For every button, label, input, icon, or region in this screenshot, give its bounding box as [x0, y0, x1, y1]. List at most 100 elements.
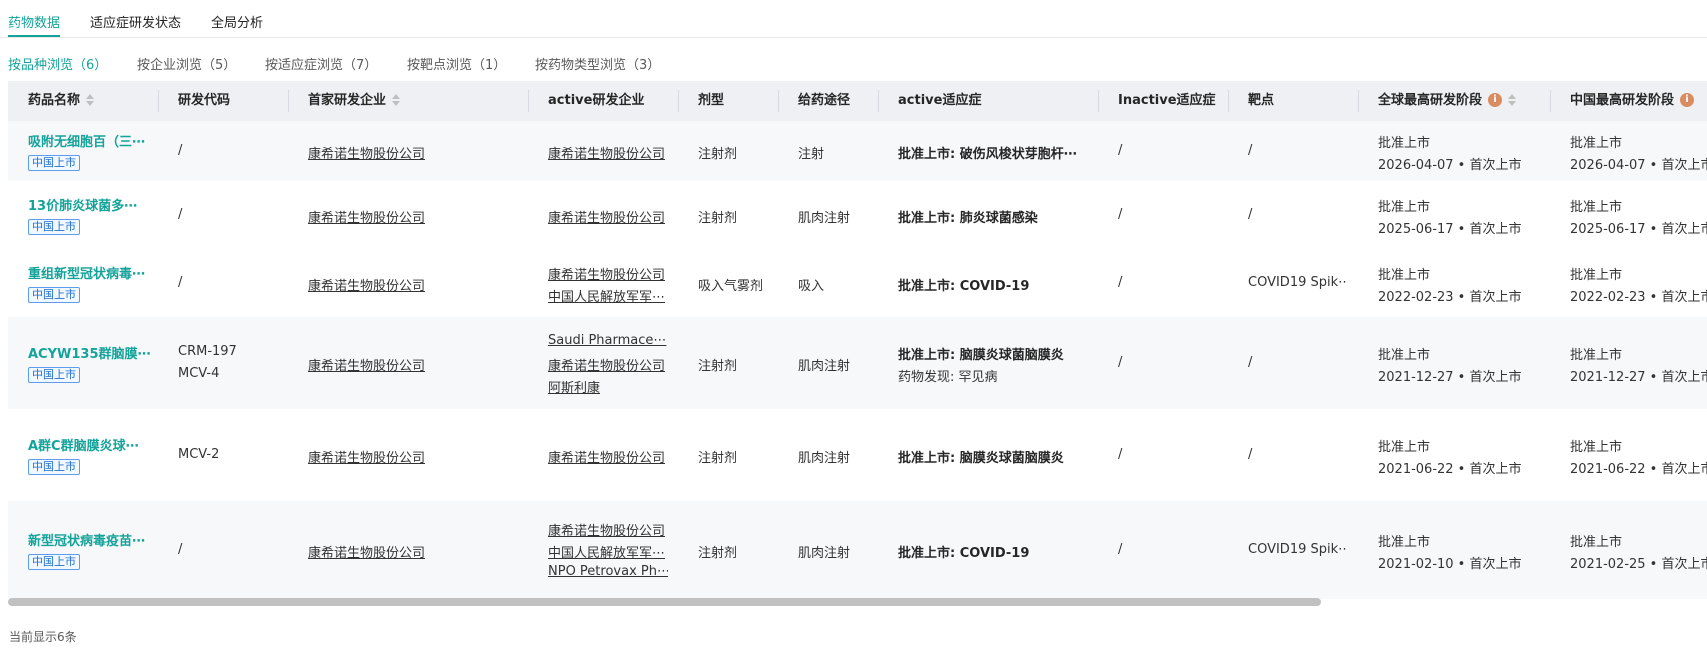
row-count-text: 当前显示6条 — [9, 630, 77, 644]
drug-name-link[interactable]: 新型冠状病毒疫苗⋯ — [28, 530, 153, 549]
dev-code: / — [178, 275, 183, 290]
active-indication: 批准上市: 破伤风梭状芽胞杆⋯ — [898, 147, 1077, 162]
tab-global-analysis[interactable]: 全局分析 — [211, 12, 263, 31]
global-phase: 批准上市 — [1378, 440, 1431, 455]
global-phase-date: 2021-06-22 • 首次上市 — [1378, 462, 1522, 477]
status-badge: 中国上市 — [28, 459, 80, 475]
active-tab-indicator — [8, 35, 60, 37]
active-indication: 批准上市: 肺炎球菌感染 — [898, 211, 1038, 226]
sort-icon[interactable] — [86, 93, 95, 107]
admin-route: 肌肉注射 — [798, 211, 851, 226]
info-icon[interactable]: i — [1680, 92, 1695, 107]
china-phase-date: 2021-12-27 • 首次上市 — [1570, 370, 1707, 385]
dev-code: CRM-197 — [178, 344, 237, 359]
top-tab-bar: 药物数据 适应症研发状态 全局分析 — [0, 0, 1707, 38]
subtab-by-target[interactable]: 按靶点浏览（1） — [407, 54, 506, 73]
subtab-by-variety[interactable]: 按品种浏览（6） — [8, 54, 107, 73]
active-company-link[interactable]: 阿斯利康 — [548, 377, 668, 396]
inactive-indication: / — [1118, 275, 1123, 290]
active-company-link[interactable]: 康希诺生物股份公司 — [548, 264, 668, 283]
first-company-link[interactable]: 康希诺生物股份公司 — [308, 542, 518, 561]
active-company-link[interactable]: 中国人民解放军军⋯ — [548, 286, 668, 305]
first-company-link[interactable]: 康希诺生物股份公司 — [308, 207, 518, 226]
status-badge: 中国上市 — [28, 287, 80, 303]
global-phase-date: 2021-12-27 • 首次上市 — [1378, 370, 1522, 385]
china-phase-date: 2026-04-07 • 首次上市 — [1570, 158, 1707, 173]
active-indication: 批准上市: 脑膜炎球菌脑膜炎 — [898, 348, 1064, 363]
china-phase-date: 2022-02-23 • 首次上市 — [1570, 290, 1707, 305]
drug-name-link[interactable]: 吸附无细胞百（三⋯ — [28, 131, 153, 150]
col-header-code: 研发代码 — [178, 93, 231, 108]
active-company-link[interactable]: 康希诺生物股份公司 — [548, 447, 668, 466]
inactive-indication: / — [1118, 355, 1123, 370]
active-company-link[interactable]: 康希诺生物股份公司 — [548, 143, 668, 162]
table-row: ACYW135群脑膜⋯ 中国上市 CRM-197 MCV-4 康希诺生物股份公司 Saud… — [8, 317, 1707, 409]
target: / — [1248, 355, 1253, 370]
china-phase-date: 2025-06-17 • 首次上市 — [1570, 222, 1707, 237]
inactive-indication: / — [1118, 207, 1123, 222]
status-badge: 中国上市 — [28, 554, 80, 570]
col-header-target: 靶点 — [1248, 93, 1275, 108]
global-phase-date: 2021-02-10 • 首次上市 — [1378, 557, 1522, 572]
global-phase: 批准上市 — [1378, 535, 1431, 550]
dev-code: / — [178, 542, 183, 557]
active-indication: 批准上市: COVID-19 — [898, 546, 1030, 561]
active-company-link[interactable]: 中国人民解放军军⋯ — [548, 542, 668, 561]
first-company-link[interactable]: 康希诺生物股份公司 — [308, 275, 518, 294]
table-row: 重组新型冠状病毒⋯ 中国上市 / 康希诺生物股份公司 康希诺生物股份公司 中国人民解放军军… — [8, 249, 1707, 317]
col-header-global-phase[interactable]: 全球最高研发阶段 i — [1378, 81, 1517, 121]
active-company-link[interactable]: Saudi Pharmace⋯ — [548, 333, 668, 348]
target: COVID19 Spik⋯ — [1248, 275, 1348, 290]
table-row: A群C群脑膜炎球⋯ 中国上市 MCV-2 康希诺生物股份公司 康希诺生物股份公司 注射剂 肌… — [8, 409, 1707, 501]
china-phase: 批准上市 — [1570, 535, 1623, 550]
drug-name-link[interactable]: A群C群脑膜炎球⋯ — [28, 435, 153, 454]
target: COVID19 Spik⋯ — [1248, 542, 1348, 557]
admin-route: 注射 — [798, 147, 825, 162]
col-header-form: 剂型 — [698, 93, 725, 108]
first-company-link[interactable]: 康希诺生物股份公司 — [308, 143, 518, 162]
dosage-form: 注射剂 — [698, 451, 738, 466]
status-badge: 中国上市 — [28, 367, 80, 383]
admin-route: 肌肉注射 — [798, 546, 851, 561]
first-company-link[interactable]: 康希诺生物股份公司 — [308, 355, 518, 374]
china-phase: 批准上市 — [1570, 440, 1623, 455]
global-phase: 批准上市 — [1378, 348, 1431, 363]
active-indication: 批准上市: COVID-19 — [898, 279, 1030, 294]
col-header-first-company[interactable]: 首家研发企业 — [308, 81, 401, 121]
table-header: 药品名称 研发代码 首家研发企业 active研发企业 剂型 给药途径 acti… — [8, 81, 1707, 121]
global-phase: 批准上市 — [1378, 136, 1431, 151]
drug-name-link[interactable]: 13价肺炎球菌多⋯ — [28, 195, 153, 214]
sort-icon[interactable] — [392, 93, 401, 107]
subtab-by-company[interactable]: 按企业浏览（5） — [137, 54, 236, 73]
active-company-link[interactable]: NPO Petrovax Ph⋯ — [548, 564, 668, 579]
drug-table: 药品名称 研发代码 首家研发企业 active研发企业 剂型 给药途径 acti… — [8, 81, 1707, 608]
active-company-link[interactable]: 康希诺生物股份公司 — [548, 207, 668, 226]
inactive-indication: / — [1118, 143, 1123, 158]
tab-indication-status[interactable]: 适应症研发状态 — [90, 12, 181, 31]
tab-drug-data[interactable]: 药物数据 — [8, 12, 60, 31]
active-company-link[interactable]: 康希诺生物股份公司 — [548, 520, 668, 539]
china-phase: 批准上市 — [1570, 348, 1623, 363]
status-badge: 中国上市 — [28, 155, 80, 171]
global-phase: 批准上市 — [1378, 268, 1431, 283]
global-phase-date: 2022-02-23 • 首次上市 — [1378, 290, 1522, 305]
subtab-by-indication[interactable]: 按适应症浏览（7） — [265, 54, 377, 73]
drug-name-link[interactable]: ACYW135群脑膜⋯ — [28, 343, 153, 362]
admin-route: 吸入 — [798, 279, 825, 294]
subtab-by-drug-type[interactable]: 按药物类型浏览（3） — [535, 54, 660, 73]
horizontal-scrollbar[interactable] — [8, 598, 1321, 606]
col-header-china-phase[interactable]: 中国最高研发阶段 i — [1570, 81, 1695, 121]
active-company-link[interactable]: 康希诺生物股份公司 — [548, 355, 668, 374]
admin-route: 肌肉注射 — [798, 451, 851, 466]
dev-code: MCV-4 — [178, 366, 220, 381]
global-phase-date: 2025-06-17 • 首次上市 — [1378, 222, 1522, 237]
first-company-link[interactable]: 康希诺生物股份公司 — [308, 447, 518, 466]
inactive-indication: / — [1118, 542, 1123, 557]
china-phase: 批准上市 — [1570, 268, 1623, 283]
admin-route: 肌肉注射 — [798, 359, 851, 374]
info-icon[interactable]: i — [1488, 92, 1503, 107]
dosage-form: 注射剂 — [698, 359, 738, 374]
sort-icon[interactable] — [1508, 93, 1517, 107]
drug-name-link[interactable]: 重组新型冠状病毒⋯ — [28, 263, 153, 282]
col-header-name[interactable]: 药品名称 — [28, 81, 95, 121]
